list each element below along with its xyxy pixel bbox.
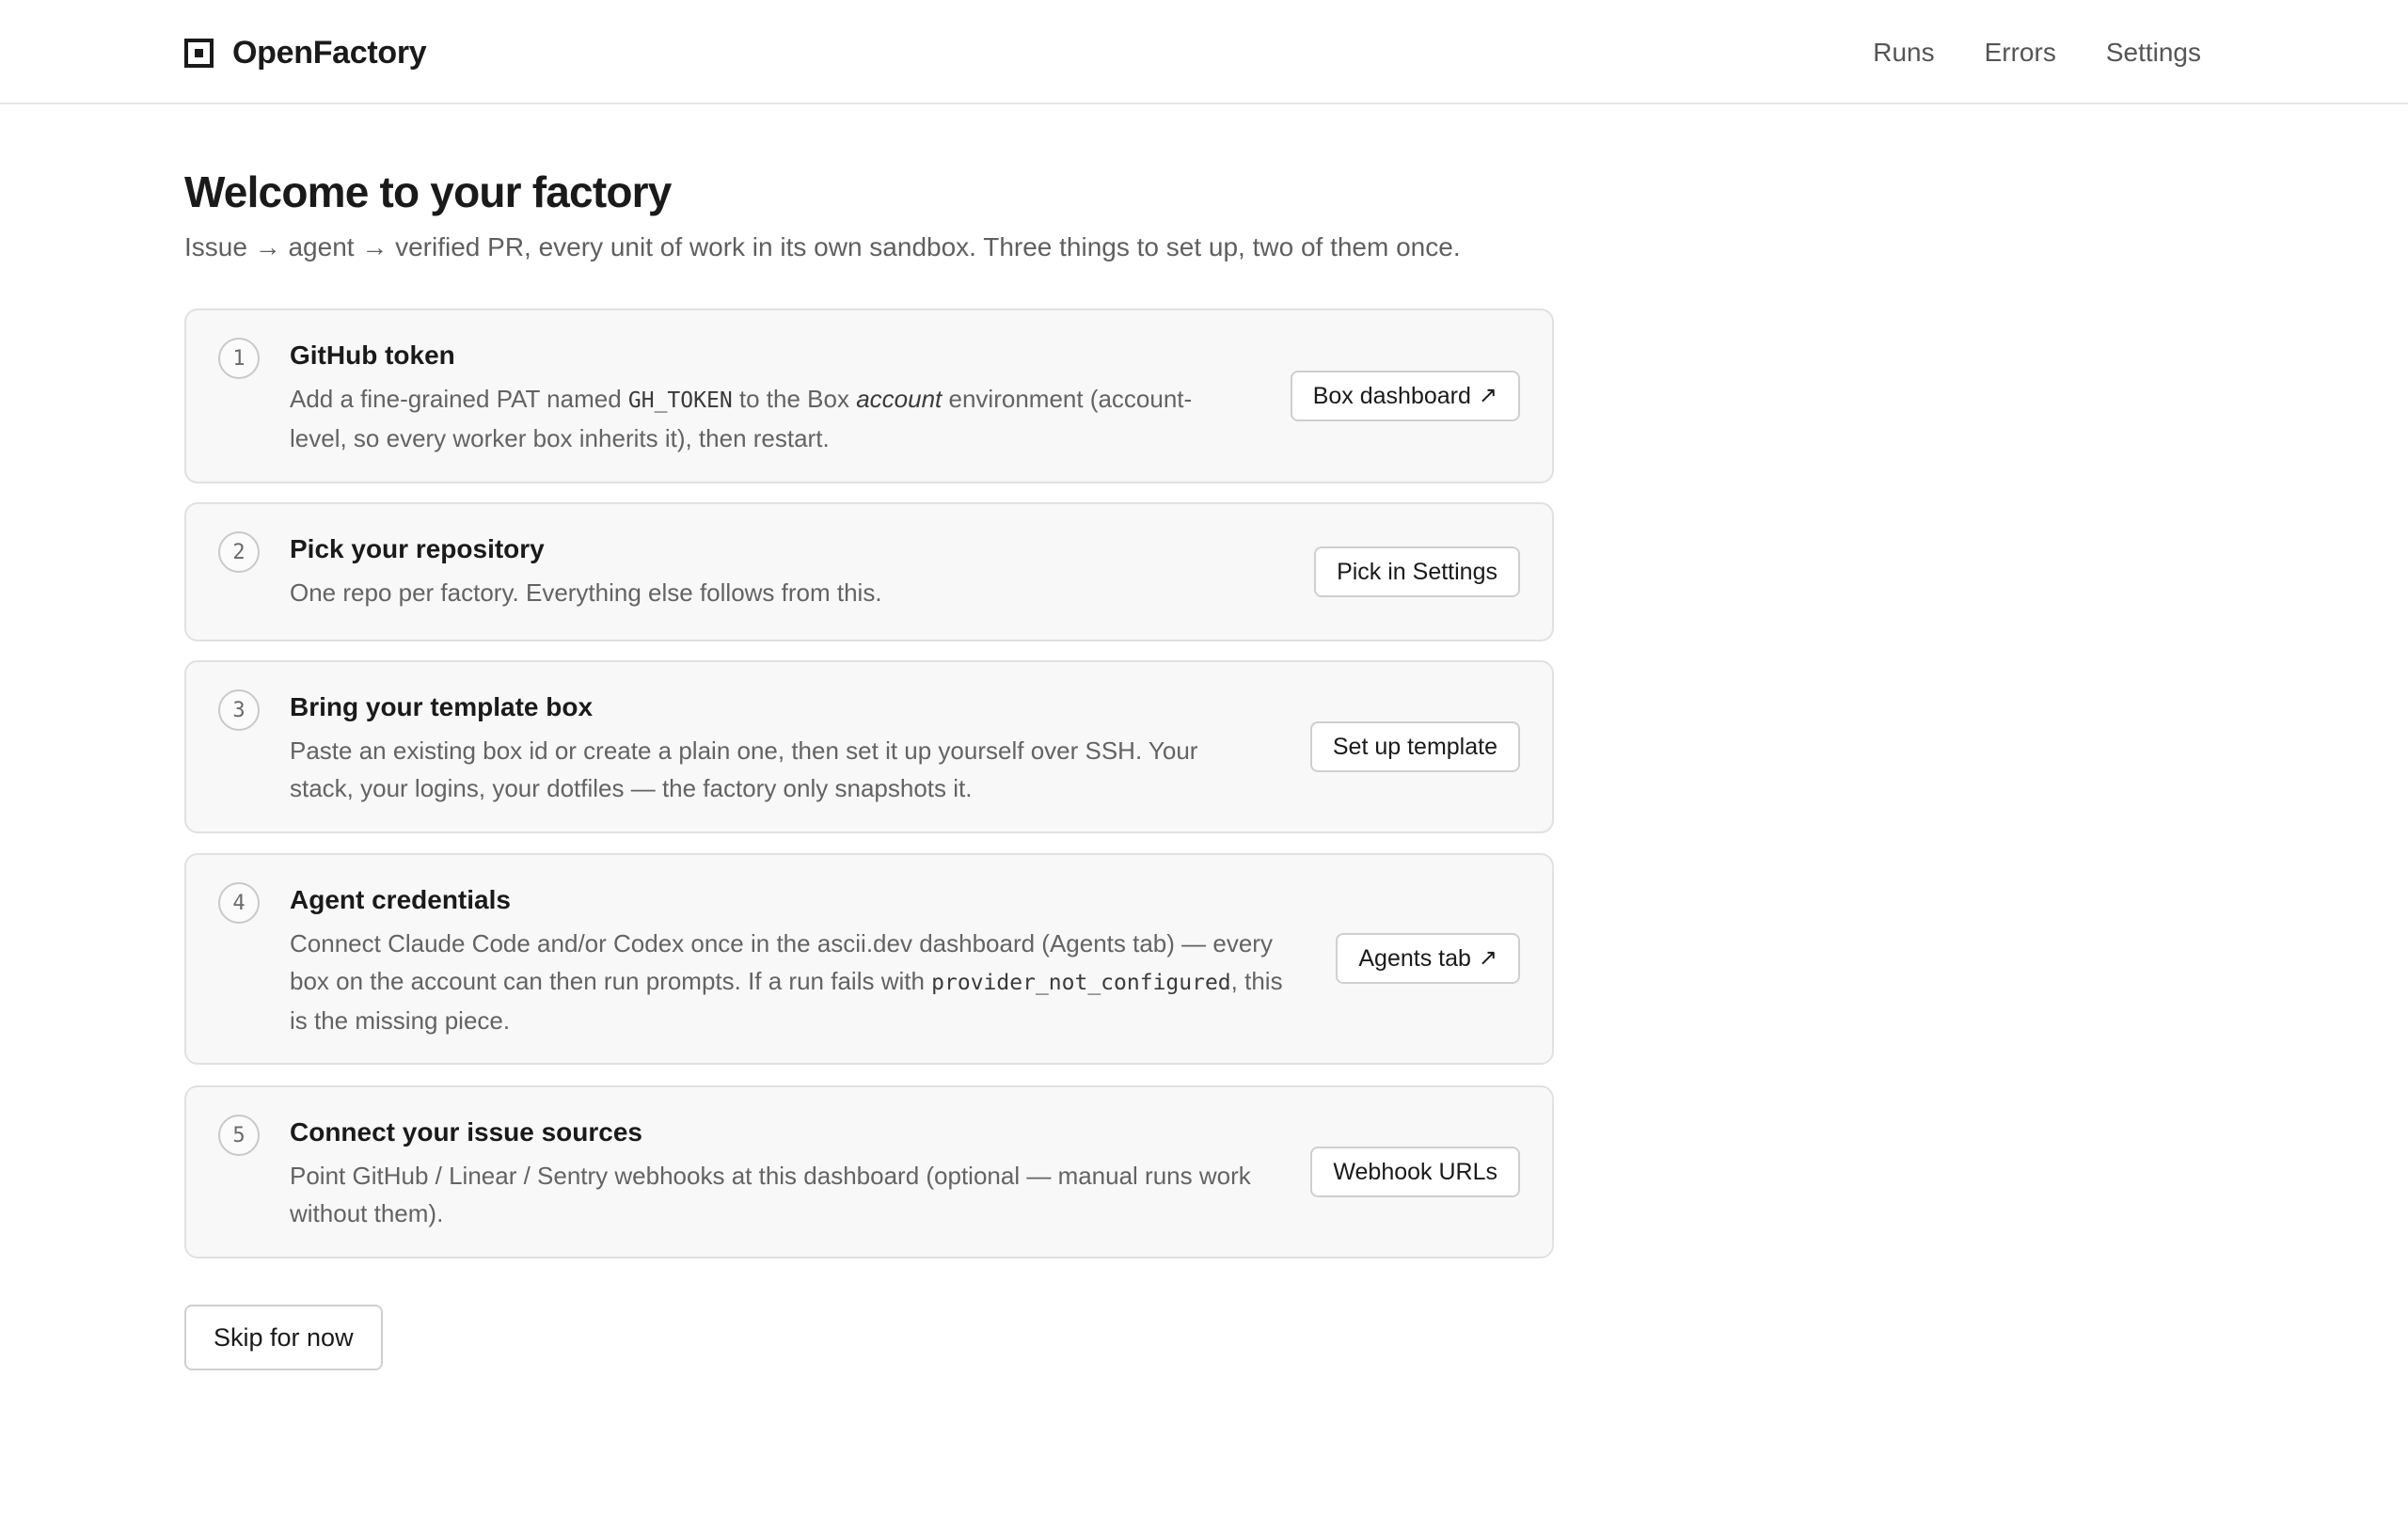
step-title: Connect your issue sources (290, 1117, 643, 1147)
step-number-badge: 1 (218, 338, 260, 379)
top-navigation-bar: OpenFactory Runs Errors Settings (0, 0, 2408, 104)
brand[interactable]: OpenFactory (184, 34, 427, 71)
step-description: Connect Claude Code and/or Codex once in… (290, 929, 1283, 1035)
skip-for-now-button[interactable]: Skip for now (184, 1305, 383, 1370)
main-nav: Runs Errors Settings (1873, 34, 2201, 71)
step-description: Paste an existing box id or create a pla… (290, 736, 1198, 802)
agents-tab-button[interactable]: Agents tab ↗ (1336, 933, 1520, 984)
step-number-badge: 4 (218, 882, 260, 924)
box-dashboard-button[interactable]: Box dashboard ↗ (1290, 371, 1520, 421)
step-title: Agent credentials (290, 885, 511, 914)
step-description: One repo per factory. Everything else fo… (290, 578, 882, 607)
setup-step-card-agent-credentials: 4 Agent credentials Connect Claude Code … (184, 853, 1554, 1065)
nav-errors-link[interactable]: Errors (1985, 38, 2056, 68)
setup-step-card-repository: 2 Pick your repository One repo per fact… (184, 502, 1554, 641)
error-code: provider_not_configured (931, 971, 1231, 995)
nav-runs-link[interactable]: Runs (1873, 38, 1934, 68)
external-link-arrow-icon: ↗ (1478, 945, 1497, 971)
square-logo-icon (184, 38, 214, 68)
page-title: Welcome to your factory (184, 167, 672, 216)
step-number-badge: 5 (218, 1115, 260, 1156)
setup-step-card-template-box: 3 Bring your template box Paste an exist… (184, 660, 1554, 833)
env-var-code: GH_TOKEN (627, 388, 733, 413)
step-number-badge: 2 (218, 531, 260, 573)
app-name: OpenFactory (232, 34, 427, 71)
pick-in-settings-button[interactable]: Pick in Settings (1314, 546, 1520, 597)
webhook-urls-button[interactable]: Webhook URLs (1310, 1147, 1520, 1197)
step-title: Pick your repository (290, 534, 545, 563)
step-description: Add a fine-grained PAT named GH_TOKEN to… (290, 385, 1193, 452)
set-up-template-button[interactable]: Set up template (1309, 721, 1520, 772)
page-intro: Issue → agent → verified PR, every unit … (184, 232, 1461, 261)
setup-step-card-issue-sources: 5 Connect your issue sources Point GitHu… (184, 1085, 1554, 1258)
external-link-arrow-icon: ↗ (1478, 383, 1497, 408)
step-title: Bring your template box (290, 692, 594, 721)
setup-step-card-github-token: 1 GitHub token Add a fine-grained PAT na… (184, 309, 1554, 483)
nav-settings-link[interactable]: Settings (2106, 38, 2201, 68)
step-description: Point GitHub / Linear / Sentry webhooks … (290, 1162, 1251, 1227)
button-label: Agents tab (1358, 944, 1471, 972)
step-number-badge: 3 (218, 689, 260, 731)
button-label: Box dashboard (1312, 382, 1471, 409)
step-title: GitHub token (290, 340, 455, 370)
